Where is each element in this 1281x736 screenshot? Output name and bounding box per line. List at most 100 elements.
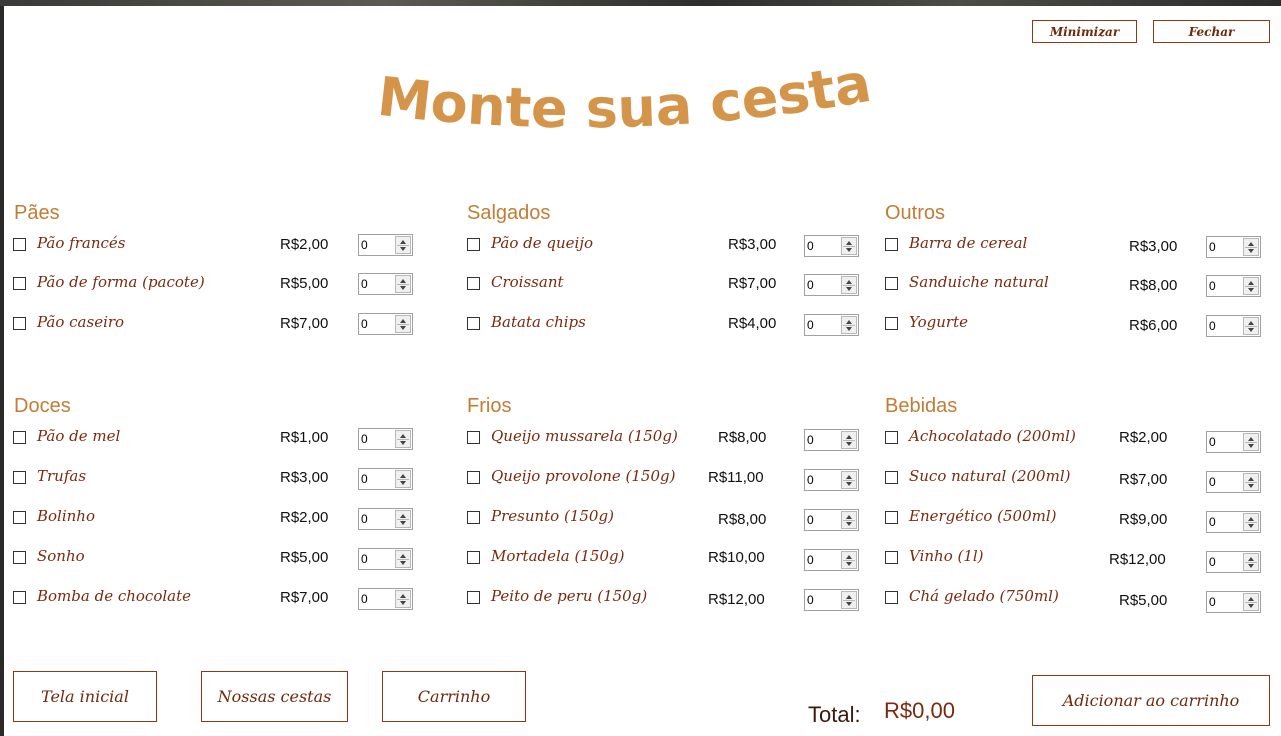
- stepper-arrows[interactable]: [841, 431, 857, 449]
- quantity-stepper[interactable]: 0: [358, 508, 413, 530]
- quantity-stepper[interactable]: 0: [358, 588, 413, 610]
- item-checkbox[interactable]: [885, 431, 898, 444]
- item-price: R$1,00: [280, 429, 329, 446]
- quantity-stepper[interactable]: 0: [358, 313, 413, 335]
- quantity-stepper[interactable]: 0: [804, 549, 859, 571]
- quantity-value: 0: [807, 513, 814, 527]
- item-checkbox[interactable]: [885, 551, 898, 564]
- item-checkbox[interactable]: [13, 551, 26, 564]
- stepper-arrows[interactable]: [395, 275, 411, 293]
- quantity-stepper[interactable]: 0: [804, 509, 859, 531]
- item-checkbox[interactable]: [467, 431, 480, 444]
- quantity-stepper[interactable]: 0: [804, 589, 859, 611]
- quantity-value: 0: [361, 317, 368, 331]
- item-checkbox[interactable]: [885, 238, 898, 251]
- item-price: R$3,00: [1129, 238, 1178, 255]
- quantity-value: 0: [361, 512, 368, 526]
- stepper-arrows[interactable]: [1243, 317, 1259, 335]
- stepper-arrows[interactable]: [841, 316, 857, 334]
- item-checkbox[interactable]: [885, 277, 898, 290]
- item-checkbox[interactable]: [885, 317, 898, 330]
- quantity-value: 0: [1209, 240, 1216, 254]
- item-checkbox[interactable]: [467, 277, 480, 290]
- quantity-stepper[interactable]: 0: [358, 428, 413, 450]
- close-button[interactable]: Fechar: [1153, 20, 1270, 43]
- item-checkbox[interactable]: [13, 471, 26, 484]
- stepper-arrows[interactable]: [841, 511, 857, 529]
- item-price: R$5,00: [1119, 592, 1168, 609]
- item-checkbox[interactable]: [885, 511, 898, 524]
- quantity-stepper[interactable]: 0: [358, 468, 413, 490]
- quantity-stepper[interactable]: 0: [1206, 275, 1261, 297]
- quantity-stepper[interactable]: 0: [804, 429, 859, 451]
- quantity-stepper[interactable]: 0: [804, 235, 859, 257]
- quantity-stepper[interactable]: 0: [358, 548, 413, 570]
- stepper-arrows[interactable]: [395, 315, 411, 333]
- item-checkbox[interactable]: [885, 591, 898, 604]
- item-checkbox[interactable]: [467, 511, 480, 524]
- quantity-stepper[interactable]: 0: [1206, 315, 1261, 337]
- total-label: Total:: [808, 702, 861, 727]
- stepper-arrows[interactable]: [1243, 593, 1259, 611]
- item-price: R$10,00: [708, 549, 765, 566]
- stepper-arrows[interactable]: [395, 550, 411, 568]
- stepper-arrows[interactable]: [1243, 277, 1259, 295]
- stepper-arrows[interactable]: [1243, 513, 1259, 531]
- item-checkbox[interactable]: [467, 317, 480, 330]
- quantity-value: 0: [807, 473, 814, 487]
- stepper-arrows[interactable]: [395, 470, 411, 488]
- item-name: Sanduiche natural: [909, 273, 1049, 291]
- item-checkbox[interactable]: [467, 591, 480, 604]
- stepper-arrows[interactable]: [395, 510, 411, 528]
- quantity-stepper[interactable]: 0: [804, 274, 859, 296]
- category-title-outros: Outros: [885, 202, 946, 224]
- quantity-stepper[interactable]: 0: [358, 273, 413, 295]
- quantity-stepper[interactable]: 0: [1206, 591, 1261, 613]
- item-price: R$2,00: [1119, 429, 1168, 446]
- item-price: R$4,00: [728, 315, 777, 332]
- item-checkbox[interactable]: [885, 471, 898, 484]
- item-checkbox[interactable]: [467, 238, 480, 251]
- stepper-arrows[interactable]: [1243, 473, 1259, 491]
- cart-button[interactable]: Carrinho: [382, 671, 526, 722]
- stepper-arrows[interactable]: [395, 236, 411, 254]
- quantity-stepper[interactable]: 0: [358, 234, 413, 256]
- quantity-stepper[interactable]: 0: [804, 314, 859, 336]
- category-title-paes: Pães: [14, 202, 60, 224]
- stepper-arrows[interactable]: [395, 430, 411, 448]
- item-name: Pão de mel: [37, 427, 121, 445]
- item-name: Mortadela (150g): [491, 547, 625, 565]
- total-value: R$0,00: [884, 698, 955, 723]
- quantity-stepper[interactable]: 0: [1206, 431, 1261, 453]
- our-baskets-button[interactable]: Nossas cestas: [201, 671, 348, 722]
- quantity-stepper[interactable]: 0: [804, 469, 859, 491]
- stepper-arrows[interactable]: [395, 590, 411, 608]
- item-checkbox[interactable]: [13, 317, 26, 330]
- quantity-stepper[interactable]: 0: [1206, 511, 1261, 533]
- item-checkbox[interactable]: [467, 471, 480, 484]
- item-checkbox[interactable]: [13, 591, 26, 604]
- item-checkbox[interactable]: [13, 431, 26, 444]
- add-to-cart-button[interactable]: Adicionar ao carrinho: [1032, 675, 1270, 726]
- minimize-button[interactable]: Minimizar: [1032, 20, 1137, 43]
- item-checkbox[interactable]: [13, 238, 26, 251]
- item-price: R$2,00: [280, 509, 329, 526]
- stepper-arrows[interactable]: [1243, 238, 1259, 256]
- stepper-arrows[interactable]: [841, 591, 857, 609]
- quantity-stepper[interactable]: 0: [1206, 551, 1261, 573]
- stepper-arrows[interactable]: [1243, 553, 1259, 571]
- item-checkbox[interactable]: [13, 511, 26, 524]
- quantity-stepper[interactable]: 0: [1206, 471, 1261, 493]
- item-price: R$8,00: [718, 429, 767, 446]
- quantity-stepper[interactable]: 0: [1206, 236, 1261, 258]
- item-checkbox[interactable]: [13, 277, 26, 290]
- category-title-bebidas: Bebidas: [885, 395, 958, 417]
- item-checkbox[interactable]: [467, 551, 480, 564]
- home-button[interactable]: Tela inicial: [13, 671, 157, 722]
- stepper-arrows[interactable]: [841, 551, 857, 569]
- stepper-arrows[interactable]: [1243, 433, 1259, 451]
- stepper-arrows[interactable]: [841, 237, 857, 255]
- stepper-arrows[interactable]: [841, 471, 857, 489]
- item-name: Vinho (1l): [909, 547, 984, 565]
- stepper-arrows[interactable]: [841, 276, 857, 294]
